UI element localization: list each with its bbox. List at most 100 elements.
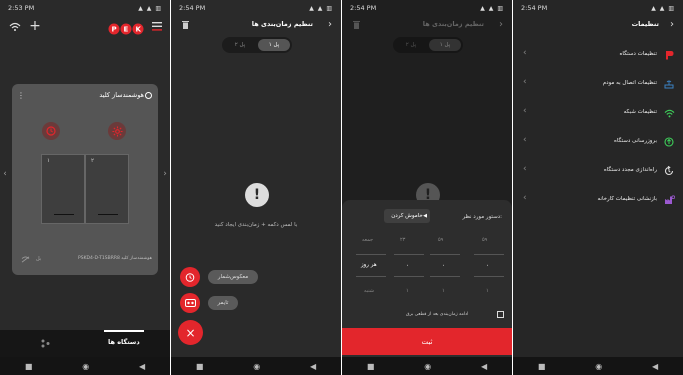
phone-screen-settings: 2:54 PM ▲ ▲ ▥ تنظیمات › ‹ تنظیمات دستگاه… [513,0,683,375]
gear-icon[interactable] [108,122,126,140]
status-icons: ▲ ▲ ▥ [480,4,504,12]
countdown-fab[interactable] [180,267,200,287]
status-icons: ▲ ▲ ▥ [651,4,675,12]
settings-item-label: تنظیمات اتصال به مودم [602,80,657,86]
back-button[interactable]: ◀ [652,362,658,371]
more-vert-icon[interactable]: ⋮ [17,90,25,100]
countdown-label[interactable]: معکوس‌شمار [208,270,258,284]
menu-icon[interactable] [151,20,163,32]
chevron-left-icon: ‹ [523,164,527,174]
back-button[interactable]: ◀ [310,362,316,371]
switch-indicator [54,213,74,215]
chevron-left-icon: ‹ [523,193,527,203]
status-bar: 2:54 PM ▲ ▲ ▥ [513,0,683,16]
persist-checkbox-label: ادامه زمان‌بندی بعد از قطعی برق [406,312,469,317]
recent-apps-button[interactable]: ■ [196,362,204,371]
home-button[interactable]: ◉ [424,362,431,371]
tab-devices[interactable]: دستگاه ها [108,338,140,346]
close-fab[interactable]: × [178,320,203,345]
settings-item-network[interactable]: ‹ تنظیمات شبکه [513,98,683,127]
picker-second[interactable]: ۰ [486,262,489,269]
device-code: PSKD4-D-T1SBRR8 [78,256,120,261]
chevron-left-icon[interactable]: ‹ [1,168,9,180]
settings-item-factory-reset[interactable]: ‹ بازنشانی تنظیمات کارخانه [513,185,683,214]
command-value: خاموش کردن [391,213,423,219]
timer-fab[interactable] [180,293,200,313]
tab-bridge-1[interactable]: پل ۱ [429,39,461,51]
status-bar: 2:54 PM ▲ ▲ ▥ [171,0,341,16]
recent-apps-button[interactable]: ■ [538,362,546,371]
switch-gang-1[interactable]: ۱ [41,154,85,224]
tab-indicator [104,330,144,332]
settings-item-label: راه‌اندازی مجدد دستگاه [603,167,657,173]
page-title: تنظیمات [631,20,659,28]
add-icon[interactable]: + [28,18,42,34]
back-button[interactable]: ◀ [139,362,145,371]
restart-icon [663,165,675,177]
timer-label[interactable]: تایمر [208,296,238,310]
svg-text:E: E [124,26,129,34]
settings-item-device[interactable]: ‹ تنظیمات دستگاه [513,40,683,69]
clock-icon[interactable] [42,122,60,140]
wifi-icon[interactable] [8,20,22,34]
picker-minute-prev: ۵۹ [438,237,444,243]
alert-icon: ! [245,183,269,207]
settings-item-update[interactable]: ‹ بروزرسانی دستگاه [513,127,683,156]
home-button[interactable]: ◉ [595,362,602,371]
picker-minute-next: ۱ [442,288,445,294]
switch-gang-2[interactable]: ۲ [85,154,129,224]
chevron-right-icon[interactable]: › [496,18,506,30]
picker-day-prev: جمعه [362,237,374,243]
chevron-right-icon[interactable]: › [667,18,677,30]
wifi-icon [663,107,675,119]
tab-bridge-2[interactable]: پل ۲ [395,39,427,51]
tab-switcher: پل ۲ پل ۱ [393,37,463,53]
status-time: 2:54 PM [521,4,548,12]
recent-apps-button[interactable]: ■ [25,362,33,371]
scenes-icon[interactable] [40,338,50,348]
picker-day[interactable]: هر روز [361,262,377,268]
brand-logo: PEK [108,20,144,35]
tab-bridge-1[interactable]: پل ۱ [258,39,290,51]
switch-indicator [98,213,118,215]
status-time: 2:53 PM [8,4,35,12]
update-icon [663,136,675,148]
home-button[interactable]: ◉ [253,362,260,371]
picker-hour-prev: ۲۳ [400,237,406,243]
chevron-left-icon: ‹ [523,135,527,145]
submit-button[interactable]: ثبت [342,328,512,355]
device-state: بل [36,256,42,262]
switch-label-1: ۱ [47,158,50,164]
chevron-right-icon[interactable]: › [161,168,169,180]
page-title: تنظیم زمان‌بندی ها [422,20,484,28]
schedule-bottom-sheet: دستور مورد نظر: خاموش کردن ◀ ۵۹ ۵۹ ۲۳ جم… [342,200,512,357]
persist-checkbox[interactable] [497,311,504,318]
picker-day-next: شنبه [364,288,374,294]
picker-minute[interactable]: ۰ [442,262,445,269]
picker-hour-next: ۱ [406,288,409,294]
dropdown-arrow-icon: ◀ [423,213,427,219]
system-nav-bar: ■ ◉ ◀ [513,357,683,375]
trash-icon[interactable] [180,19,190,29]
tab-bridge-2[interactable]: پل ۲ [224,39,256,51]
home-button[interactable]: ◉ [82,362,89,371]
picker-hour[interactable]: ۰ [406,262,409,269]
switch-label-2: ۲ [91,158,94,164]
status-icons: ▲ ▲ ▥ [309,4,333,12]
settings-item-router[interactable]: ‹ تنظیمات اتصال به مودم [513,69,683,98]
settings-item-label: تنظیمات دستگاه [619,51,657,57]
trash-icon[interactable] [351,19,361,29]
factory-reset-icon [663,194,675,206]
back-button[interactable]: ◀ [481,362,487,371]
status-icons: ▲ ▲ ▥ [138,4,162,12]
bottom-tab-bar: دستگاه ها [0,330,170,357]
time-picker[interactable]: ۵۹ ۵۹ ۲۳ جمعه ۰ ۰ ۰ هر روز ۱ ۱ ۱ شنبه [356,234,506,304]
radio-icon[interactable] [145,92,152,99]
command-label: دستور مورد نظر: [462,214,502,220]
phone-screen-devices: 2:53 PM ▲ ▲ ▥ + PEK ‹ › ⋮ هوشمندساز کلید… [0,0,170,375]
recent-apps-button[interactable]: ■ [367,362,375,371]
chevron-right-icon[interactable]: › [325,18,335,30]
system-nav-bar: ■ ◉ ◀ [0,357,170,375]
settings-item-restart[interactable]: ‹ راه‌اندازی مجدد دستگاه [513,156,683,185]
device-card[interactable]: ⋮ هوشمندساز کلید ۱ ۲ بل PSKD4-D-T1SBRR8 … [12,84,158,275]
